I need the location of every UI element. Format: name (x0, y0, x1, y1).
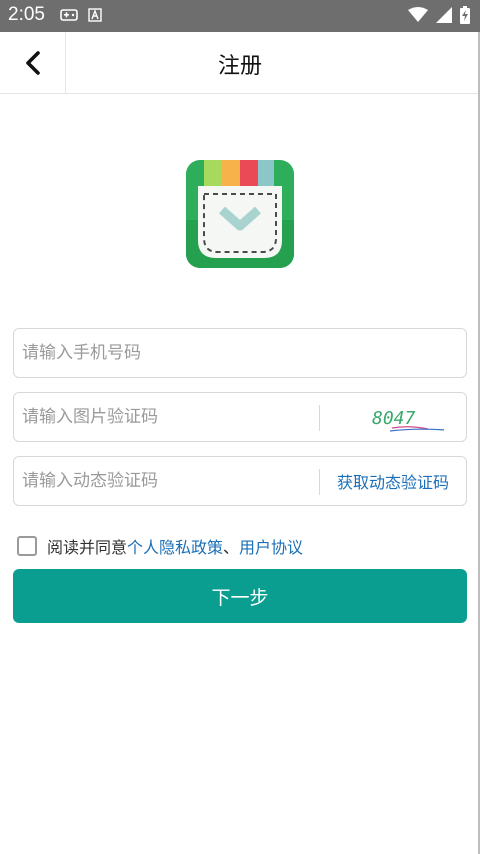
captcha-image[interactable]: 8047 (354, 399, 444, 437)
app-bar: 注册 (0, 32, 480, 94)
field-divider (319, 405, 320, 431)
status-right-icons (408, 6, 470, 24)
captcha-text: 8047 (372, 408, 416, 429)
battery-charging-icon (460, 6, 470, 24)
image-captcha-input[interactable] (14, 393, 314, 441)
phone-field (13, 328, 467, 378)
phone-input[interactable] (14, 329, 464, 377)
svg-text:8047: 8047 (372, 408, 416, 429)
status-bar: 2:05 (0, 0, 480, 32)
sms-code-input[interactable] (14, 457, 314, 505)
image-captcha-field: 8047 (13, 392, 467, 442)
page-title: 注册 (217, 54, 262, 79)
wifi-icon (408, 7, 428, 22)
app-logo (186, 160, 294, 268)
gamepad-icon (60, 9, 78, 21)
signal-icon (436, 7, 452, 23)
next-step-button[interactable]: 下一步 (13, 569, 467, 623)
status-time: 2:05 (8, 4, 45, 25)
get-sms-code-button[interactable]: 获取动态验证码 (320, 457, 466, 505)
agreement-prefix: 阅读并同意 (47, 538, 128, 557)
agreement-checkbox[interactable] (17, 536, 37, 556)
privacy-policy-link[interactable]: 个人隐私政策 (127, 534, 223, 558)
user-agreement-link[interactable]: 用户协议 (239, 534, 303, 558)
agreement-separator: 、 (223, 538, 240, 557)
agreement-row: 阅读并同意 个人隐私政策 、 用户协议 (17, 535, 303, 557)
sms-code-field: 获取动态验证码 (13, 456, 467, 506)
status-left-icons (60, 8, 102, 22)
text-a-icon (88, 8, 102, 22)
